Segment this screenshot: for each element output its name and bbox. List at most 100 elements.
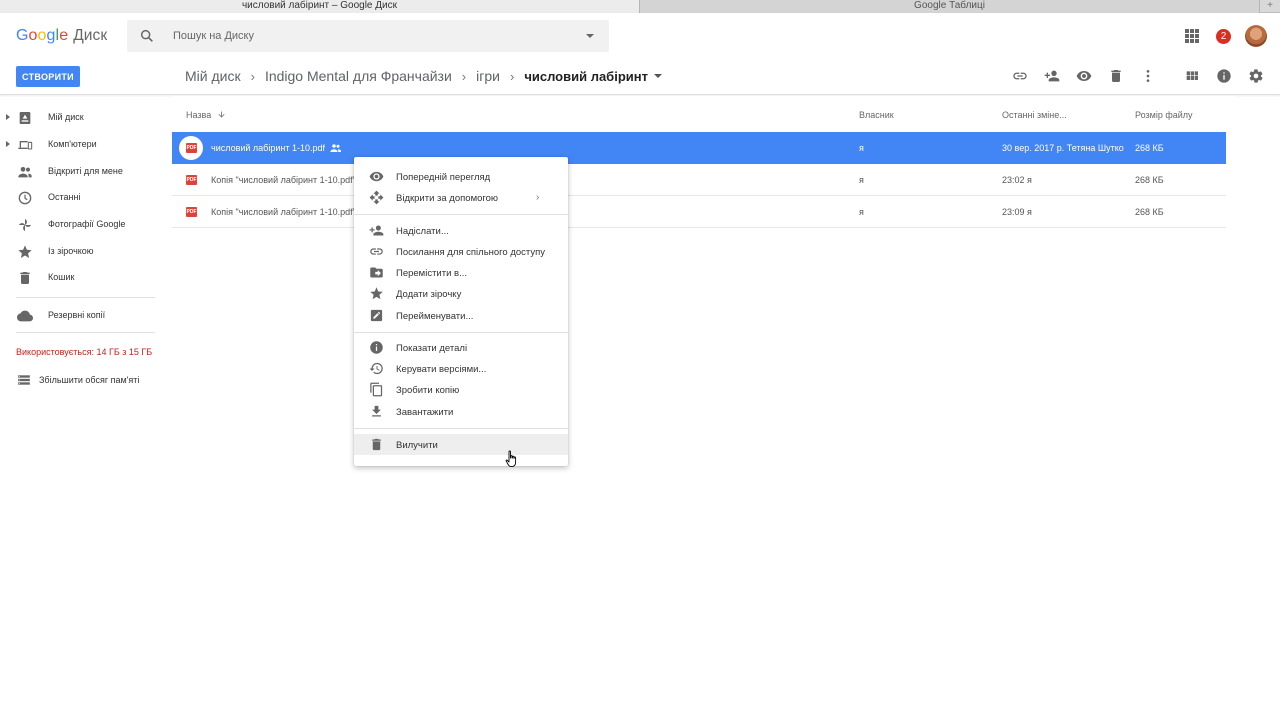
menu-item-label: Керувати версіями... (396, 364, 487, 375)
trash-icon (20, 272, 30, 284)
menu-item-download[interactable]: Завантажити (354, 401, 568, 422)
folder-menu-chevron-down-icon[interactable] (653, 74, 662, 78)
hand-pointer-cursor-icon (505, 450, 517, 468)
preview-eye-icon[interactable] (1076, 68, 1092, 84)
breadcrumb-games[interactable]: ігри (476, 68, 500, 84)
sort-down-arrow-icon[interactable] (217, 110, 226, 119)
column-header-name[interactable]: Назва (186, 110, 226, 120)
info-icon[interactable] (1216, 68, 1232, 84)
menu-item-label: Відкрити за допомогою (396, 193, 499, 204)
sidebar-item-google-photos[interactable]: Фотографії Google (0, 213, 160, 237)
menu-item-remove[interactable]: Вилучити (354, 434, 568, 455)
menu-item-add-star[interactable]: Додати зірочку (354, 283, 568, 304)
chevron-right-icon: › (461, 68, 467, 84)
more-vert-icon[interactable] (1140, 68, 1156, 84)
link-icon[interactable] (1012, 68, 1028, 84)
storage-bars-icon (18, 375, 30, 385)
menu-item-preview[interactable]: Попередній перегляд (354, 166, 568, 187)
menu-item-label: Зробити копію (396, 385, 460, 396)
google-wordmark: Google (16, 27, 69, 44)
file-list: Назва Власник Останні зміне... Розмір фа… (172, 96, 1236, 720)
sidebar-item-label: Відкриті для мене (48, 166, 123, 176)
upgrade-storage-label: Збільшити обсяг пам'яті (39, 375, 140, 385)
expand-arrow-icon[interactable] (6, 114, 10, 120)
grid-view-icon[interactable] (1184, 68, 1200, 84)
column-header-size[interactable]: Розмір файлу (1135, 110, 1193, 120)
chevron-right-icon: › (509, 68, 515, 84)
breadcrumb-current-folder[interactable]: числовий лабіринт (524, 69, 648, 84)
menu-item-label: Посилання для спільного доступу (396, 247, 546, 258)
table-row[interactable]: PDF числовий лабіринт 1-10.pdf я 30 вер.… (172, 132, 1226, 164)
google-drive-logo[interactable]: Google Диск (16, 27, 107, 45)
star-icon (370, 287, 383, 300)
sidebar-item-shared-with-me[interactable]: Відкриті для мене (0, 160, 160, 184)
table-row[interactable]: PDF Копія "числовий лабіринт 1-10.pdf" я… (172, 164, 1226, 196)
menu-divider (354, 428, 568, 429)
file-size: 268 КБ (1135, 175, 1164, 185)
sidebar-item-label: Із зірочкою (48, 246, 94, 256)
menu-item-label: Додати зірочку (396, 289, 462, 300)
file-owner: я (859, 143, 864, 153)
photos-pinwheel-icon (19, 219, 31, 231)
sidebar-item-label: Мій диск (48, 112, 84, 122)
browser-tab-strip: числовий лабіринт – Google Диск Google Т… (0, 0, 1280, 13)
sidebar-item-recent[interactable]: Останні (0, 186, 160, 210)
app-name: Диск (73, 27, 108, 44)
google-apps-grid-icon[interactable] (1185, 29, 1199, 43)
sidebar-item-backups[interactable]: Резервні копії (0, 304, 160, 328)
menu-item-details[interactable]: Показати деталі (354, 337, 568, 358)
sidebar-item-starred[interactable]: Із зірочкою (0, 240, 160, 264)
sidebar-item-trash[interactable]: Кошик (0, 266, 160, 290)
menu-item-make-copy[interactable]: Зробити копію (354, 379, 568, 400)
cloud-icon (17, 310, 33, 322)
menu-item-open-with[interactable]: Відкрити за допомогою › (354, 187, 568, 208)
table-row[interactable]: PDF Копія "числовий лабіринт 1-10.pdf" я… (172, 196, 1226, 228)
file-owner: я (859, 175, 864, 185)
file-modified: 23:09 я (1002, 207, 1032, 217)
computers-icon (18, 141, 33, 150)
breadcrumb: Мій диск › Indigo Mental для Франчайзи ›… (185, 66, 662, 86)
file-modified: 23:02 я (1002, 175, 1032, 185)
sidebar-divider (16, 297, 155, 298)
upgrade-storage-link[interactable]: Збільшити обсяг пам'яті (16, 371, 166, 387)
trash-icon (372, 438, 381, 451)
menu-item-share[interactable]: Надіслати... (354, 220, 568, 241)
avatar[interactable] (1245, 25, 1267, 47)
browser-tab-drive[interactable]: числовий лабіринт – Google Диск (0, 0, 640, 13)
settings-icon[interactable] (1248, 68, 1264, 84)
search-input[interactable] (173, 26, 573, 46)
sidebar-item-my-drive[interactable]: Мій диск (0, 106, 160, 130)
notifications-badge[interactable]: 2 (1216, 29, 1231, 44)
sidebar-item-computers[interactable]: Комп'ютери (0, 133, 160, 157)
add-person-icon (369, 225, 384, 236)
rename-pencil-icon (370, 309, 383, 322)
column-header-owner[interactable]: Власник (859, 110, 894, 120)
menu-item-move[interactable]: Перемістити в... (354, 262, 568, 283)
context-menu: Попередній перегляд Відкрити за допомого… (354, 157, 568, 466)
menu-item-rename[interactable]: Перейменувати... (354, 305, 568, 326)
menu-item-share-link[interactable]: Посилання для спільного доступу (354, 241, 568, 262)
chevron-right-icon: › (250, 68, 255, 84)
menu-item-label: Показати деталі (396, 343, 468, 354)
add-person-icon[interactable] (1044, 68, 1060, 84)
search-icon (140, 29, 153, 42)
create-button[interactable]: СТВОРИТИ (16, 66, 80, 87)
expand-arrow-icon[interactable] (6, 141, 10, 147)
new-tab-button[interactable]: + (1260, 0, 1280, 13)
search-options-chevron-down-icon[interactable] (586, 34, 594, 38)
breadcrumb-my-drive[interactable]: Мій диск (185, 68, 241, 84)
breadcrumb-indigo[interactable]: Indigo Mental для Франчайзи (265, 68, 452, 84)
column-header-modified[interactable]: Останні зміне... (1002, 110, 1067, 120)
trash-icon[interactable] (1108, 68, 1124, 84)
menu-item-label: Надіслати... (396, 226, 449, 237)
sidebar-item-label: Кошик (48, 272, 75, 282)
search-box[interactable] (127, 20, 609, 52)
browser-tab-sheets[interactable]: Google Таблиці (640, 0, 1260, 13)
star-icon (18, 245, 32, 258)
menu-item-label: Перемістити в... (396, 268, 467, 279)
sidebar-item-label: Комп'ютери (48, 139, 97, 149)
sidebar: Мій диск Комп'ютери Відкриті для мене Ос… (0, 96, 172, 720)
menu-item-versions[interactable]: Керувати версіями... (354, 358, 568, 379)
shared-people-icon (330, 144, 341, 152)
download-icon (372, 405, 381, 417)
